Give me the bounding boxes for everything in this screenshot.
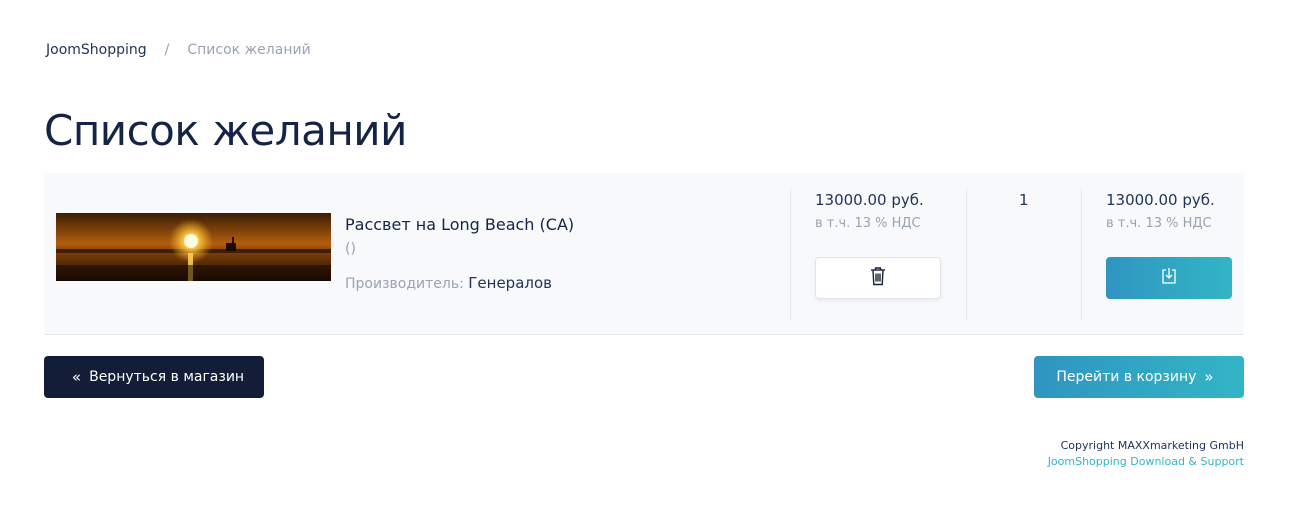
back-to-shop-button[interactable]: « Вернуться в магазин — [44, 356, 264, 398]
manufacturer-value: Генералов — [468, 274, 552, 292]
trash-icon — [870, 266, 886, 290]
footer: Copyright MAXXmarketing GmbH JoomShoppin… — [1048, 438, 1244, 470]
back-to-shop-label: Вернуться в магазин — [89, 369, 245, 385]
product-image[interactable] — [56, 213, 331, 281]
move-to-cart-button[interactable] — [1106, 257, 1232, 299]
column-divider — [790, 189, 791, 319]
copyright-text: Copyright MAXXmarketing GmbH — [1060, 439, 1244, 452]
total-price-tax: в т.ч. 13 % НДС — [1106, 216, 1212, 231]
quantity: 1 — [1019, 191, 1029, 209]
total-price: 13000.00 руб. — [1106, 191, 1215, 209]
manufacturer-label: Производитель: — [345, 276, 464, 292]
breadcrumb-home-link[interactable]: JoomShopping — [46, 42, 147, 58]
go-to-cart-button[interactable]: Перейти в корзину » — [1034, 356, 1244, 398]
download-to-cart-icon — [1161, 267, 1177, 289]
double-chevron-right-icon: » — [1204, 368, 1214, 386]
wishlist-row: Рассвет на Long Beach (CA) () Производит… — [44, 173, 1244, 335]
unit-price: 13000.00 руб. — [815, 191, 924, 209]
column-divider — [966, 189, 967, 319]
breadcrumb: JoomShopping / Список желаний — [46, 42, 311, 58]
column-divider — [1081, 189, 1082, 319]
support-link[interactable]: JoomShopping Download & Support — [1048, 455, 1244, 468]
remove-from-wishlist-button[interactable] — [815, 257, 941, 299]
page-title: Список желаний — [44, 106, 407, 155]
unit-price-tax: в т.ч. 13 % НДС — [815, 216, 921, 231]
product-name-link[interactable]: Рассвет на Long Beach (CA) — [345, 215, 574, 234]
breadcrumb-current: Список желаний — [187, 42, 311, 58]
double-chevron-left-icon: « — [71, 368, 82, 386]
breadcrumb-separator: / — [164, 42, 170, 58]
product-manufacturer: Производитель: Генералов — [345, 274, 552, 292]
go-to-cart-label: Перейти в корзину — [1056, 369, 1197, 385]
product-attributes: () — [345, 241, 356, 257]
